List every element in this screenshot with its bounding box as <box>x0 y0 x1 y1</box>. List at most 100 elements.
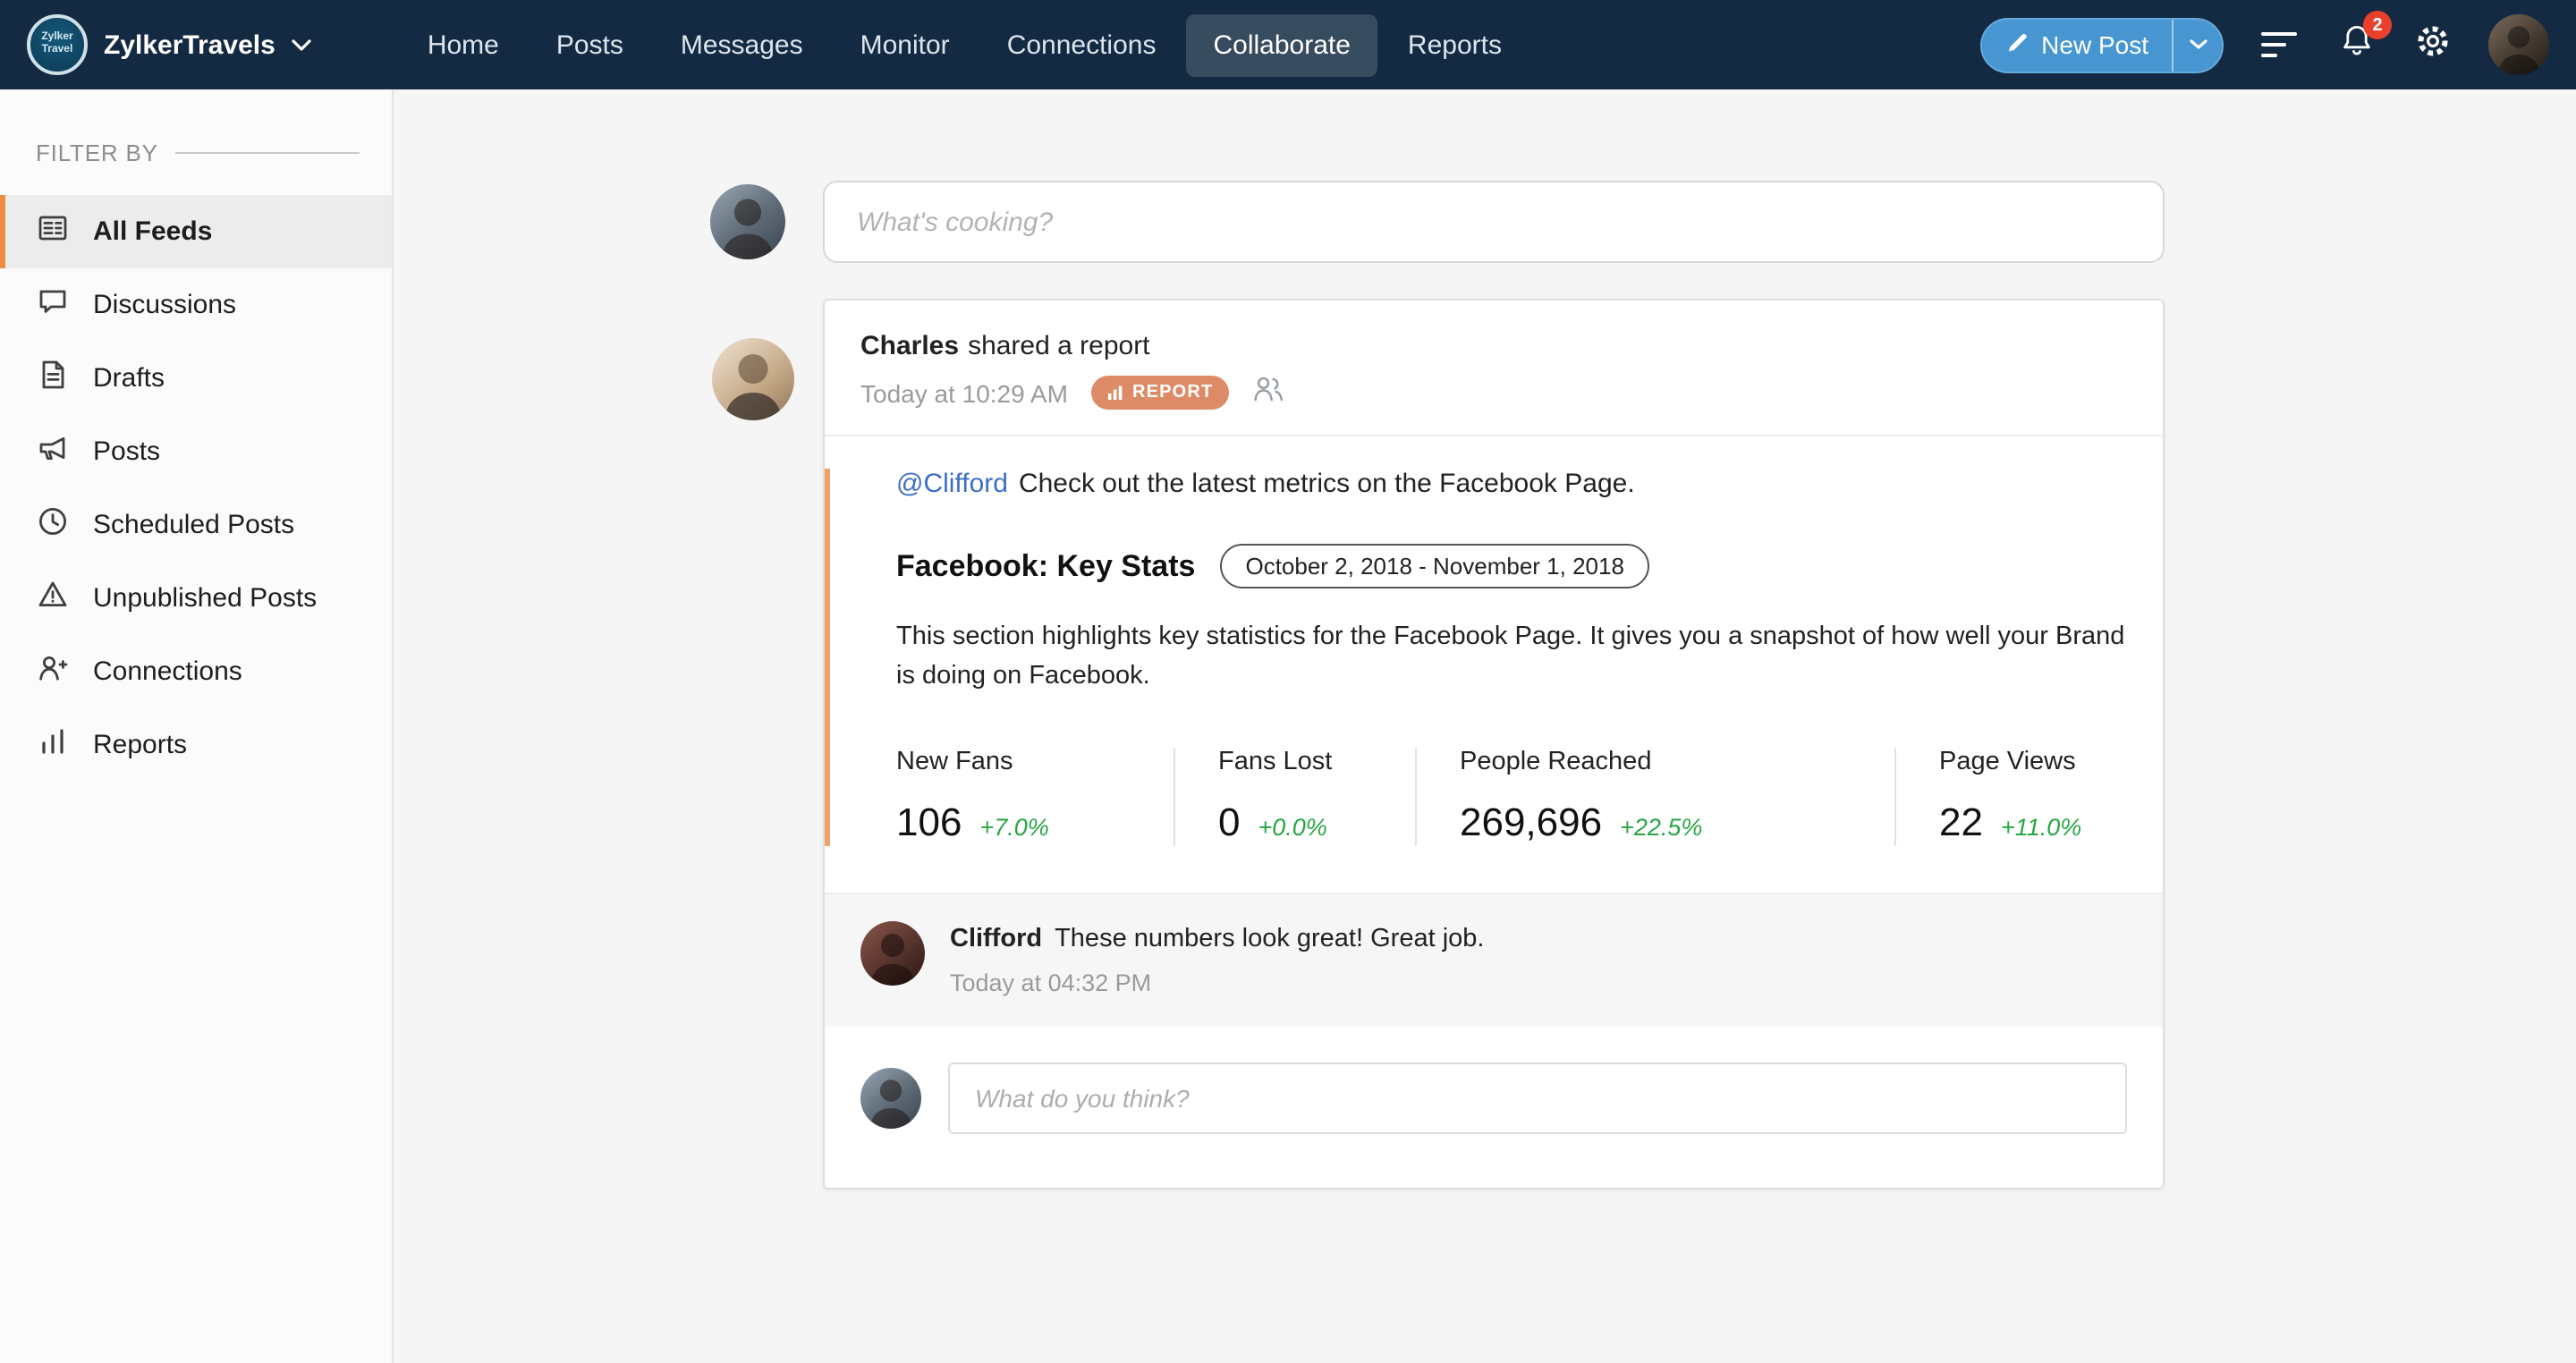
nav-item-reports[interactable]: Reports <box>1381 13 1529 76</box>
brand-name: ZylkerTravels <box>104 30 275 60</box>
nav-item-messages[interactable]: Messages <box>654 13 830 76</box>
post-message: @CliffordCheck out the latest metrics on… <box>896 469 2127 499</box>
new-post-button[interactable]: New Post <box>1982 19 2172 71</box>
drafts-icon <box>36 358 70 399</box>
report-section: @CliffordCheck out the latest metrics on… <box>825 469 2127 845</box>
stat-change: +7.0% <box>979 813 1048 840</box>
divider <box>176 152 360 154</box>
stat-change: +11.0% <box>2001 813 2081 840</box>
new-post-label: New Post <box>2041 30 2148 59</box>
feeds-icon <box>36 211 70 252</box>
report-badge-label: REPORT <box>1132 383 1214 402</box>
sidebar-item-unpublished-posts[interactable]: Unpublished Posts <box>0 562 392 635</box>
stat-new-fans: New Fans 106 +7.0% <box>896 747 1174 845</box>
comment-author-avatar[interactable] <box>860 920 925 985</box>
report-description: This section highlights key statistics f… <box>896 619 2127 697</box>
nav-item-monitor[interactable]: Monitor <box>834 13 977 76</box>
stat-people-reached: People Reached 269,696 +22.5% <box>1415 747 1894 845</box>
discussions-icon <box>36 284 70 326</box>
stat-label: Page Views <box>1939 747 2081 775</box>
comment: Clifford These numbers look great! Great … <box>825 892 2163 1026</box>
comment-composer <box>825 1026 2163 1187</box>
shared-users-icon[interactable] <box>1253 374 1285 411</box>
stat-label: Fans Lost <box>1218 747 1379 775</box>
report-stats-row: New Fans 106 +7.0% Fans Lost 0 <box>896 747 2127 845</box>
primary-nav: Home Posts Messages Monitor Connections … <box>401 13 1529 76</box>
mention-link[interactable]: @Clifford <box>896 469 1008 499</box>
feed-post-card: Charles shared a report Today at 10:29 AM… <box>823 299 2165 1189</box>
sidebar-item-connections[interactable]: Connections <box>0 635 392 708</box>
sidebar-item-label: Discussions <box>93 290 236 320</box>
sidebar-item-label: Posts <box>93 436 160 467</box>
report-date-range-pill: October 2, 2018 - November 1, 2018 <box>1220 544 1648 588</box>
post-action-text: shared a report <box>968 331 1149 361</box>
new-post-split-button: New Post <box>1980 17 2224 72</box>
warning-icon <box>36 578 70 619</box>
post-body: @CliffordCheck out the latest metrics on… <box>825 436 2163 892</box>
pencil-icon <box>2005 30 2029 59</box>
stat-label: New Fans <box>896 747 1138 775</box>
new-post-dropdown-button[interactable] <box>2174 19 2222 71</box>
comment-text-line: Clifford These numbers look great! Great … <box>950 924 1484 952</box>
top-navbar: Zylker Travel ZylkerTravels Home Posts M… <box>0 0 2576 89</box>
comment-author-name[interactable]: Clifford <box>950 924 1042 952</box>
clock-icon <box>36 504 70 546</box>
navbar-actions: New Post 2 <box>1980 14 2549 75</box>
report-badge[interactable]: REPORT <box>1091 376 1230 410</box>
sidebar-item-label: Scheduled Posts <box>93 510 294 540</box>
user-avatar[interactable] <box>2488 14 2549 75</box>
stat-label: People Reached <box>1460 747 1859 775</box>
nav-item-home[interactable]: Home <box>401 13 526 76</box>
filter-by-label: FILTER BY <box>36 140 158 166</box>
stat-value: 22 <box>1939 799 1983 845</box>
stat-value: 0 <box>1218 799 1241 845</box>
menu-list-button[interactable] <box>2258 23 2301 66</box>
post-composer <box>823 181 2165 263</box>
stat-fans-lost: Fans Lost 0 +0.0% <box>1174 747 1415 845</box>
current-user-avatar <box>710 184 785 259</box>
brand-logo-line1: Zylker <box>41 32 72 45</box>
post-author-name[interactable]: Charles <box>860 331 959 361</box>
comment-text: These numbers look great! Great job. <box>1055 924 1484 952</box>
gear-icon <box>2415 22 2451 67</box>
filter-sidebar: FILTER BY All Feeds <box>0 89 394 1363</box>
sidebar-item-all-feeds[interactable]: All Feeds <box>0 195 392 268</box>
brand-logo-line2: Travel <box>42 45 73 57</box>
sidebar-item-drafts[interactable]: Drafts <box>0 342 392 415</box>
sidebar-item-label: Drafts <box>93 363 165 394</box>
nav-item-collaborate[interactable]: Collaborate <box>1186 13 1377 76</box>
brand-logo: Zylker Travel <box>27 14 88 75</box>
stat-change: +22.5% <box>1620 813 1702 840</box>
post-header: Charles shared a report Today at 10:29 AM… <box>825 301 2163 436</box>
notification-count-badge: 2 <box>2363 11 2392 39</box>
bar-chart-icon <box>36 724 70 766</box>
sidebar-item-posts[interactable]: Posts <box>0 415 392 488</box>
sidebar-item-label: Connections <box>93 656 242 687</box>
report-title: Facebook: Key Stats <box>896 548 1195 584</box>
notifications-button[interactable]: 2 <box>2334 23 2377 66</box>
settings-button[interactable] <box>2411 23 2454 66</box>
sidebar-item-discussions[interactable]: Discussions <box>0 268 392 342</box>
nav-item-posts[interactable]: Posts <box>530 13 650 76</box>
post-author-avatar[interactable] <box>712 338 794 420</box>
nav-item-connections[interactable]: Connections <box>980 13 1183 76</box>
comment-input[interactable] <box>948 1062 2127 1133</box>
app-window: Zylker Travel ZylkerTravels Home Posts M… <box>0 0 2576 1363</box>
person-add-icon <box>36 651 70 692</box>
hamburger-icon <box>2261 32 2297 57</box>
current-user-avatar <box>860 1067 921 1128</box>
filter-by-header: FILTER BY <box>0 140 392 166</box>
post-title-line: Charles shared a report <box>860 331 2127 361</box>
chevron-down-icon <box>292 29 311 61</box>
feed-main: Charles shared a report Today at 10:29 AM… <box>394 89 2576 1363</box>
post-meta: Today at 10:29 AM REPORT <box>860 374 2127 411</box>
stat-value: 106 <box>896 799 962 845</box>
brand-switcher[interactable]: Zylker Travel ZylkerTravels <box>27 14 311 75</box>
sidebar-item-scheduled-posts[interactable]: Scheduled Posts <box>0 488 392 562</box>
sidebar-item-label: All Feeds <box>93 216 212 247</box>
composer-input[interactable] <box>823 181 2165 263</box>
stat-value: 269,696 <box>1460 799 1602 845</box>
sidebar-item-reports[interactable]: Reports <box>0 708 392 782</box>
stat-page-views: Page Views 22 +11.0% <box>1894 747 2117 845</box>
stat-change: +0.0% <box>1258 813 1327 840</box>
